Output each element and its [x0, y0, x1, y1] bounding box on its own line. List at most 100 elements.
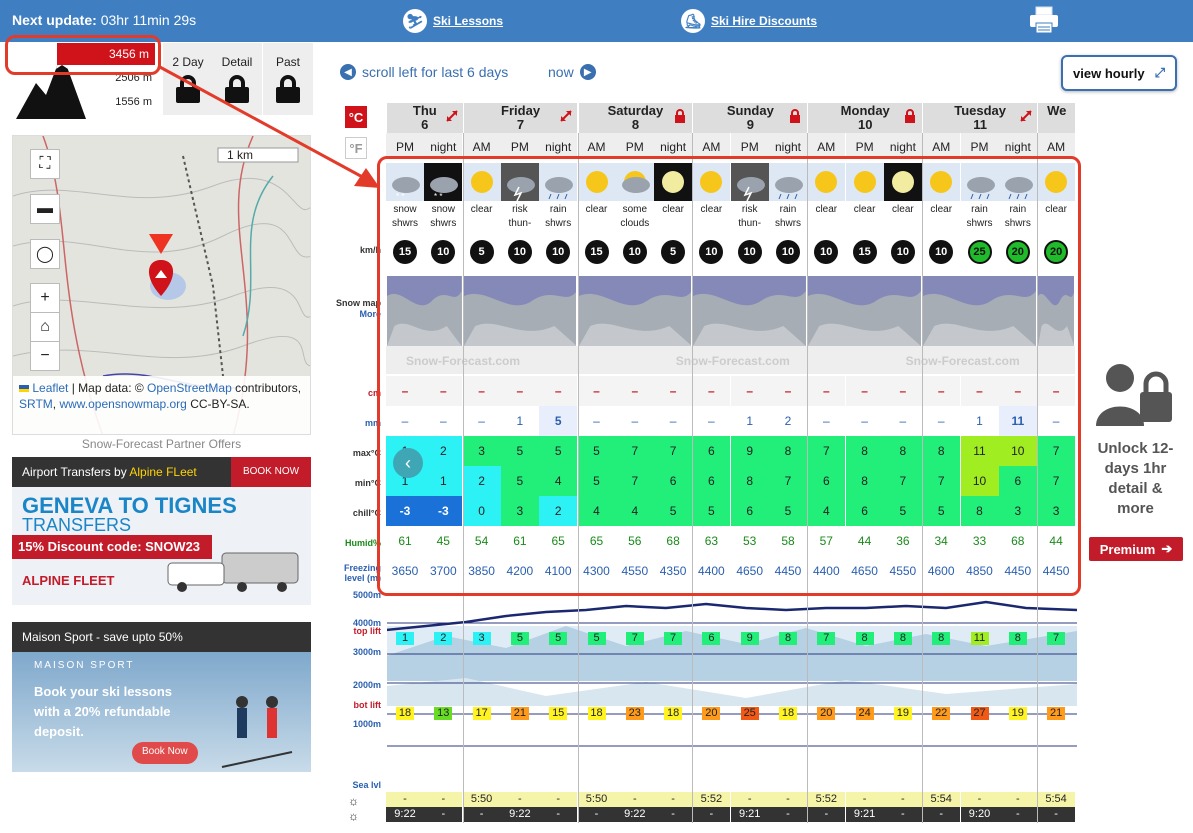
sunrise-cell: -: [960, 792, 999, 807]
day-header[interactable]: We: [1038, 103, 1076, 133]
sunrise-cell: -: [654, 792, 693, 807]
ad1-line2: TRANSFERS: [22, 515, 132, 535]
humid-label: Humid%: [345, 538, 381, 548]
highlight-forecast: [377, 156, 1081, 596]
chevron-right-icon: ▶: [579, 64, 596, 80]
leaflet-link[interactable]: Leaflet: [32, 381, 68, 395]
top-lift-temp: 7: [664, 632, 683, 645]
sunset-cell: -: [654, 807, 693, 822]
bot-lift-temp: 21: [1047, 707, 1066, 720]
expand-icon: [445, 109, 458, 123]
now-link[interactable]: now ▶: [548, 64, 596, 80]
ad1-brand: Alpine FLeet: [129, 465, 197, 479]
elevation-bot-button[interactable]: 1556 m: [97, 96, 152, 108]
day-header[interactable]: Thu 6: [387, 103, 463, 133]
opensnowmap-link[interactable]: www.opensnowmap.org: [59, 397, 186, 411]
sunrise-cell: 5:54: [1037, 792, 1076, 807]
sunrise-cell: 5:50: [577, 792, 616, 807]
map-attribution: Leaflet | Map data: © OpenStreetMap cont…: [13, 376, 310, 434]
sunset-cell: -: [539, 807, 578, 822]
bot-lift-temp: 15: [549, 707, 568, 720]
lock-icon: [789, 109, 801, 123]
bot-lift-temp: 21: [510, 707, 529, 720]
sunset-cell: 9:21: [845, 807, 884, 822]
bot-lift-temp: 25: [740, 707, 759, 720]
home-icon[interactable]: ⌂: [30, 312, 60, 342]
ad2-header: Maison Sport - save upto 50%: [12, 622, 311, 652]
unlock-panel: Unlock 12-days 1hr detail & more: [1088, 360, 1183, 519]
ad-maison-sport[interactable]: Maison Sport - save upto 50% MAISON SPOR…: [12, 622, 311, 772]
sunrise-cell: 5:52: [692, 792, 731, 807]
sunrise-cell: -: [424, 792, 463, 807]
ski-hire-link[interactable]: ⛸ Ski Hire Discounts: [681, 9, 817, 33]
sunset-cell: -: [807, 807, 846, 822]
attribution-text: | Map data: ©: [68, 381, 148, 395]
top-lift-temp: 2: [434, 632, 453, 645]
day-name: We: [1047, 103, 1067, 118]
view-hourly-button[interactable]: view hourly ⤢: [1061, 55, 1177, 91]
printer-icon[interactable]: [1028, 6, 1060, 34]
bot-lift-label: bot lift: [353, 700, 382, 710]
top-lift-temp: 8: [893, 632, 912, 645]
sunset-cell: 9:21: [730, 807, 769, 822]
attribution-suffix: CC-BY-SA.: [186, 397, 250, 411]
day-header[interactable]: Monday 10: [808, 103, 923, 133]
view-hourly-label: view hourly: [1073, 65, 1145, 81]
day-header[interactable]: Friday 7: [463, 103, 578, 133]
bot-lift-temp: 18: [587, 707, 606, 720]
ad-airport-transfers[interactable]: Airport Transfers by Alpine FLeet BOOK N…: [12, 457, 311, 605]
expand-icon: ⤢: [1154, 65, 1165, 80]
top-lift-temp: 5: [510, 632, 529, 645]
sunset-cell: -: [1037, 807, 1076, 822]
osm-link[interactable]: OpenStreetMap: [147, 381, 232, 395]
sunrise-cell: -: [539, 792, 578, 807]
top-lift-temp: 1: [396, 632, 414, 645]
top-bar: Next update: 03hr 11min 29s ⛷ Ski Lesson…: [0, 0, 1193, 42]
next-update: Next update: 03hr 11min 29s: [12, 12, 196, 28]
sunrise-cell: -: [730, 792, 769, 807]
lock-icon: [674, 109, 686, 123]
chill-label: chill°C: [352, 508, 381, 518]
ad2-book-now[interactable]: Book Now: [132, 742, 198, 764]
sunrise-cell: -: [615, 792, 654, 807]
srtm-link[interactable]: SRTM: [19, 397, 53, 411]
premium-label: Premium: [1099, 541, 1156, 557]
attribution-contributors: contributors,: [235, 381, 302, 395]
zoom-in-button[interactable]: +: [30, 283, 60, 313]
top-lift-temp: 9: [740, 632, 759, 645]
sunset-cell: -: [577, 807, 616, 822]
location-icon[interactable]: ◯: [30, 239, 60, 269]
fullscreen-icon[interactable]: ⛶: [30, 149, 60, 179]
min-label: min°C: [354, 478, 381, 488]
bot-lift-temp: 13: [434, 707, 453, 720]
wind-label: km/h: [359, 245, 381, 255]
sunrise-cell: 5:54: [922, 792, 961, 807]
bot-lift-temp: 17: [472, 707, 491, 720]
ad1-book-now[interactable]: BOOK NOW: [231, 457, 311, 487]
bot-lift-temp: 20: [817, 707, 836, 720]
lock-icon: [904, 109, 916, 123]
alt-1000-label: 1000m: [352, 719, 381, 729]
ski-hire-icon: ⛸: [681, 9, 705, 33]
alt-5000-label: 5000m: [352, 590, 381, 600]
top-lift-label: top lift: [353, 626, 382, 636]
premium-button[interactable]: Premium ➔: [1089, 537, 1183, 561]
partner-offers-title: Snow-Forecast Partner Offers: [81, 437, 242, 451]
ski-lessons-link[interactable]: ⛷ Ski Lessons: [403, 9, 503, 33]
max-label: max°C: [352, 448, 381, 458]
top-lift-temp: 3: [472, 632, 491, 645]
bot-lift-temp: 18: [396, 707, 414, 720]
ski-hire-label: Ski Hire Discounts: [711, 14, 818, 28]
snowmap-more-link[interactable]: More: [325, 309, 381, 319]
folder-icon[interactable]: ▬: [30, 194, 60, 224]
bot-lift-temp: 22: [932, 707, 951, 720]
bot-lift-temp: 20: [702, 707, 721, 720]
top-lift-temp: 7: [1047, 632, 1066, 645]
day-header[interactable]: Tuesday 11: [923, 103, 1038, 133]
sunset-cell: -: [769, 807, 807, 822]
zoom-out-button[interactable]: −: [30, 341, 60, 371]
sunset-cell: 9:22: [386, 807, 424, 822]
day-header[interactable]: Sunday 9: [693, 103, 808, 133]
day-header[interactable]: Saturday 8: [578, 103, 693, 133]
bot-lift-temp: 18: [779, 707, 797, 720]
